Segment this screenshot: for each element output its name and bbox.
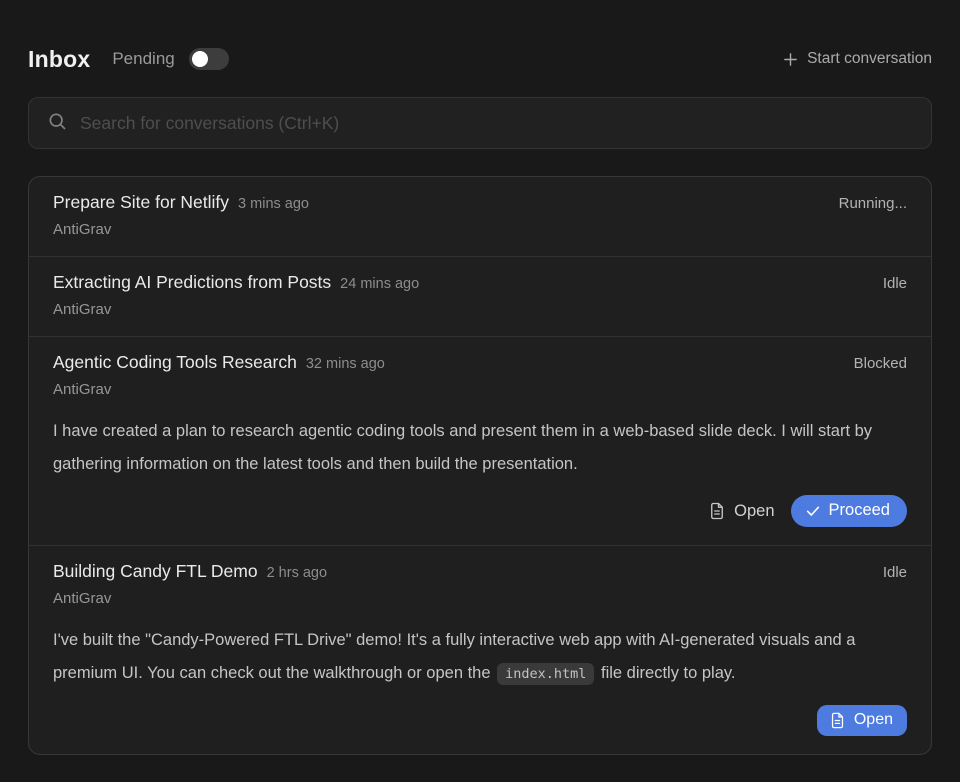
file-text-icon xyxy=(829,712,846,729)
pending-toggle[interactable] xyxy=(189,48,229,70)
search-icon xyxy=(47,111,67,136)
item-header-row: Agentic Coding Tools Research 32 mins ag… xyxy=(53,352,907,373)
plus-icon xyxy=(782,51,799,68)
conversation-agent: AntiGrav xyxy=(53,590,907,607)
start-conversation-label: Start conversation xyxy=(807,50,932,68)
item-header-row: Prepare Site for Netlify 3 mins ago Runn… xyxy=(53,192,907,213)
conversation-list: Prepare Site for Netlify 3 mins ago Runn… xyxy=(28,176,932,755)
item-header-row: Extracting AI Predictions from Posts 24 … xyxy=(53,272,907,293)
conversation-agent: AntiGrav xyxy=(53,301,907,318)
toggle-knob xyxy=(192,51,208,67)
item-actions: Open Proceed xyxy=(53,495,907,527)
header: Inbox Pending Start conversation xyxy=(28,44,932,74)
item-actions: Open xyxy=(53,705,907,736)
proceed-button[interactable]: Proceed xyxy=(791,495,907,527)
conversation-time: 24 mins ago xyxy=(340,276,419,292)
status-badge: Blocked xyxy=(854,355,907,372)
conversation-title: Agentic Coding Tools Research xyxy=(53,352,297,373)
open-button[interactable]: Open xyxy=(706,497,776,526)
item-header-row: Building Candy FTL Demo 2 hrs ago Idle xyxy=(53,561,907,582)
search-bar[interactable] xyxy=(28,97,932,149)
conversation-agent: AntiGrav xyxy=(53,221,907,238)
open-button-label: Open xyxy=(854,711,893,729)
conversation-message: I've built the "Candy-Powered FTL Drive"… xyxy=(53,624,907,691)
message-text-after: file directly to play. xyxy=(601,664,736,682)
start-conversation-button[interactable]: Start conversation xyxy=(782,50,932,68)
conversation-time: 2 hrs ago xyxy=(267,565,327,581)
conversation-title: Building Candy FTL Demo xyxy=(53,561,258,582)
open-button-label: Open xyxy=(734,502,774,521)
conversation-title: Extracting AI Predictions from Posts xyxy=(53,272,331,293)
open-button[interactable]: Open xyxy=(817,705,907,736)
conversation-agent: AntiGrav xyxy=(53,381,907,398)
search-input[interactable] xyxy=(80,113,913,134)
conversation-item-prepare-site[interactable]: Prepare Site for Netlify 3 mins ago Runn… xyxy=(29,177,931,256)
conversation-time: 3 mins ago xyxy=(238,196,309,212)
conversation-title: Prepare Site for Netlify xyxy=(53,192,229,213)
status-badge: Running... xyxy=(839,195,907,212)
page-title: Inbox xyxy=(28,46,90,73)
file-text-icon xyxy=(708,502,726,520)
conversation-time: 32 mins ago xyxy=(306,356,385,372)
pending-filter-label: Pending xyxy=(112,49,174,69)
conversation-item-candy-ftl-demo[interactable]: Building Candy FTL Demo 2 hrs ago Idle A… xyxy=(29,545,931,754)
conversation-item-extracting-predictions[interactable]: Extracting AI Predictions from Posts 24 … xyxy=(29,256,931,336)
status-badge: Idle xyxy=(883,275,907,292)
status-badge: Idle xyxy=(883,564,907,581)
check-icon xyxy=(805,503,821,519)
code-chip: index.html xyxy=(497,663,594,685)
proceed-button-label: Proceed xyxy=(829,501,890,520)
conversation-item-agentic-coding-research[interactable]: Agentic Coding Tools Research 32 mins ag… xyxy=(29,336,931,545)
conversation-message: I have created a plan to research agenti… xyxy=(53,415,907,481)
